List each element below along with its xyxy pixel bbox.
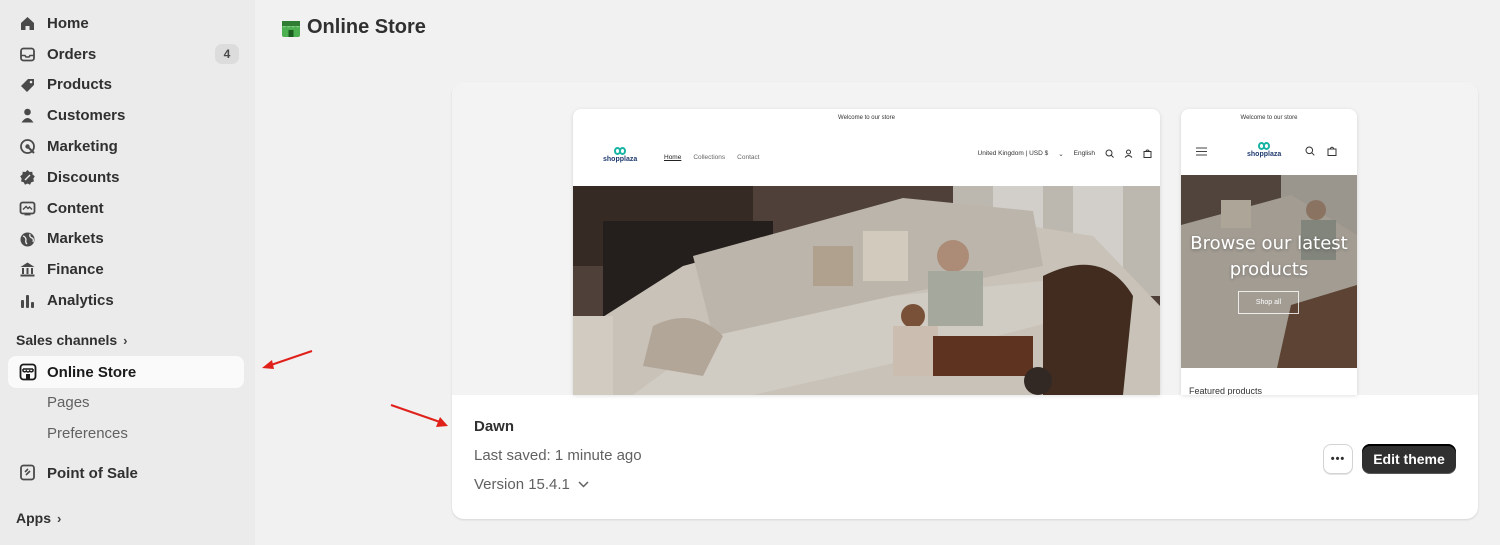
sidebar-item-label: Customers bbox=[47, 107, 126, 125]
sidebar-subitem-pages[interactable]: Pages bbox=[47, 394, 90, 411]
ellipsis-icon: ••• bbox=[1330, 453, 1346, 465]
sidebar-item-label: Markets bbox=[47, 230, 104, 248]
pos-icon bbox=[20, 464, 35, 481]
sidebar-item-marketing[interactable]: Marketing bbox=[0, 131, 255, 162]
shop-all-button: Shop all bbox=[1238, 291, 1299, 314]
last-saved-text: Last saved: 1 minute ago bbox=[474, 447, 642, 464]
chevron-right-icon: › bbox=[123, 332, 128, 348]
theme-name: Dawn bbox=[474, 418, 515, 435]
chevron-down-icon: ⌄ bbox=[1058, 150, 1064, 158]
bank-icon bbox=[20, 262, 35, 277]
cart-icon bbox=[1327, 146, 1337, 156]
chevron-down-icon bbox=[578, 481, 589, 488]
sidebar-item-products[interactable]: Products bbox=[0, 70, 255, 101]
sidebar: Home Orders 4 Products Customers Marketing Dis… bbox=[0, 0, 255, 545]
sidebar-item-label: Online Store bbox=[47, 363, 137, 381]
sidebar-subitem-preferences[interactable]: Preferences bbox=[47, 425, 128, 442]
sidebar-item-label: Finance bbox=[47, 261, 104, 279]
page-title: Online Store bbox=[281, 16, 426, 39]
search-icon bbox=[1105, 149, 1114, 158]
person-icon bbox=[21, 109, 34, 123]
sidebar-item-orders[interactable]: Orders 4 bbox=[0, 39, 255, 70]
sidebar-item-discounts[interactable]: Discounts bbox=[0, 162, 255, 193]
sidebar-item-label: Products bbox=[47, 76, 113, 94]
sidebar-item-analytics[interactable]: Analytics bbox=[0, 285, 255, 316]
living-room-photo bbox=[573, 186, 1160, 395]
discount-icon bbox=[20, 169, 35, 185]
cart-icon bbox=[1143, 149, 1152, 158]
sidebar-item-point-of-sale[interactable]: Point of Sale bbox=[0, 458, 255, 488]
store-logo: shopplaza bbox=[1247, 141, 1281, 158]
featured-products-heading: Featured products bbox=[1189, 386, 1263, 395]
store-nav-contact: Contact bbox=[737, 154, 760, 161]
orders-count-badge: 4 bbox=[215, 43, 239, 64]
store-logo: shopplaza bbox=[603, 146, 637, 163]
desktop-preview: Welcome to our store shopplaza Home Coll… bbox=[573, 109, 1160, 395]
home-icon bbox=[21, 17, 34, 30]
language-selector: English bbox=[1073, 150, 1095, 157]
sidebar-item-home[interactable]: Home bbox=[0, 8, 255, 39]
apps-header[interactable]: Apps › bbox=[16, 510, 61, 526]
mobile-hero-heading-line1: Browse our latest bbox=[1190, 233, 1348, 254]
account-icon bbox=[1124, 149, 1133, 158]
sidebar-item-content[interactable]: Content bbox=[0, 193, 255, 224]
mobile-preview: Welcome to our store shopplaza Browse ou… bbox=[1181, 109, 1357, 395]
sidebar-item-label: Point of Sale bbox=[47, 464, 138, 482]
hamburger-menu-icon bbox=[1196, 147, 1207, 156]
storefront-icon bbox=[19, 363, 37, 381]
infinity-logo-icon bbox=[614, 147, 627, 155]
globe-icon bbox=[20, 232, 35, 247]
sidebar-item-label: Home bbox=[47, 14, 89, 32]
announcement-bar: Welcome to our store bbox=[838, 115, 895, 121]
infinity-logo-icon bbox=[1258, 142, 1271, 150]
sidebar-item-markets[interactable]: Markets bbox=[0, 224, 255, 255]
search-icon bbox=[1305, 146, 1315, 156]
theme-card: Welcome to our store shopplaza Home Coll… bbox=[452, 82, 1478, 519]
sidebar-item-online-store[interactable]: Online Store bbox=[8, 356, 244, 388]
target-icon bbox=[20, 139, 35, 155]
sales-channels-header[interactable]: Sales channels › bbox=[16, 332, 128, 348]
sidebar-item-label: Orders bbox=[47, 45, 97, 63]
online-store-logo-icon bbox=[282, 20, 300, 37]
store-nav-collections: Collections bbox=[693, 154, 726, 161]
country-selector: United Kingdom | USD $ bbox=[977, 150, 1049, 157]
sidebar-item-label: Discounts bbox=[47, 168, 120, 186]
annotation-arrow-icon bbox=[390, 404, 448, 427]
sidebar-item-label: Marketing bbox=[47, 138, 118, 156]
inbox-icon bbox=[20, 47, 35, 62]
store-nav-home: Home bbox=[664, 154, 682, 161]
announcement-bar: Welcome to our store bbox=[1240, 115, 1298, 121]
annotation-arrow-icon bbox=[262, 350, 313, 369]
version-text: Version 15.4.1 bbox=[474, 476, 570, 493]
tag-icon bbox=[21, 78, 34, 92]
mobile-hero-heading-line2: products bbox=[1229, 259, 1309, 280]
sidebar-item-customers[interactable]: Customers bbox=[0, 100, 255, 131]
sidebar-item-label: Content bbox=[47, 199, 104, 217]
edit-theme-button[interactable]: Edit theme bbox=[1362, 444, 1456, 474]
bar-chart-icon bbox=[21, 295, 34, 309]
content-icon bbox=[19, 201, 36, 216]
more-actions-button[interactable]: ••• bbox=[1323, 444, 1353, 474]
sidebar-item-finance[interactable]: Finance bbox=[0, 254, 255, 285]
theme-preview[interactable]: Welcome to our store shopplaza Home Coll… bbox=[452, 82, 1478, 395]
store-header-actions: United Kingdom | USD $ ⌄ English bbox=[978, 149, 1152, 158]
chevron-right-icon: › bbox=[57, 510, 62, 526]
hero-image bbox=[573, 186, 1160, 395]
sidebar-item-label: Analytics bbox=[47, 292, 114, 310]
version-selector[interactable]: Version 15.4.1 bbox=[474, 476, 589, 493]
store-nav: Home Collections Contact bbox=[664, 154, 760, 161]
